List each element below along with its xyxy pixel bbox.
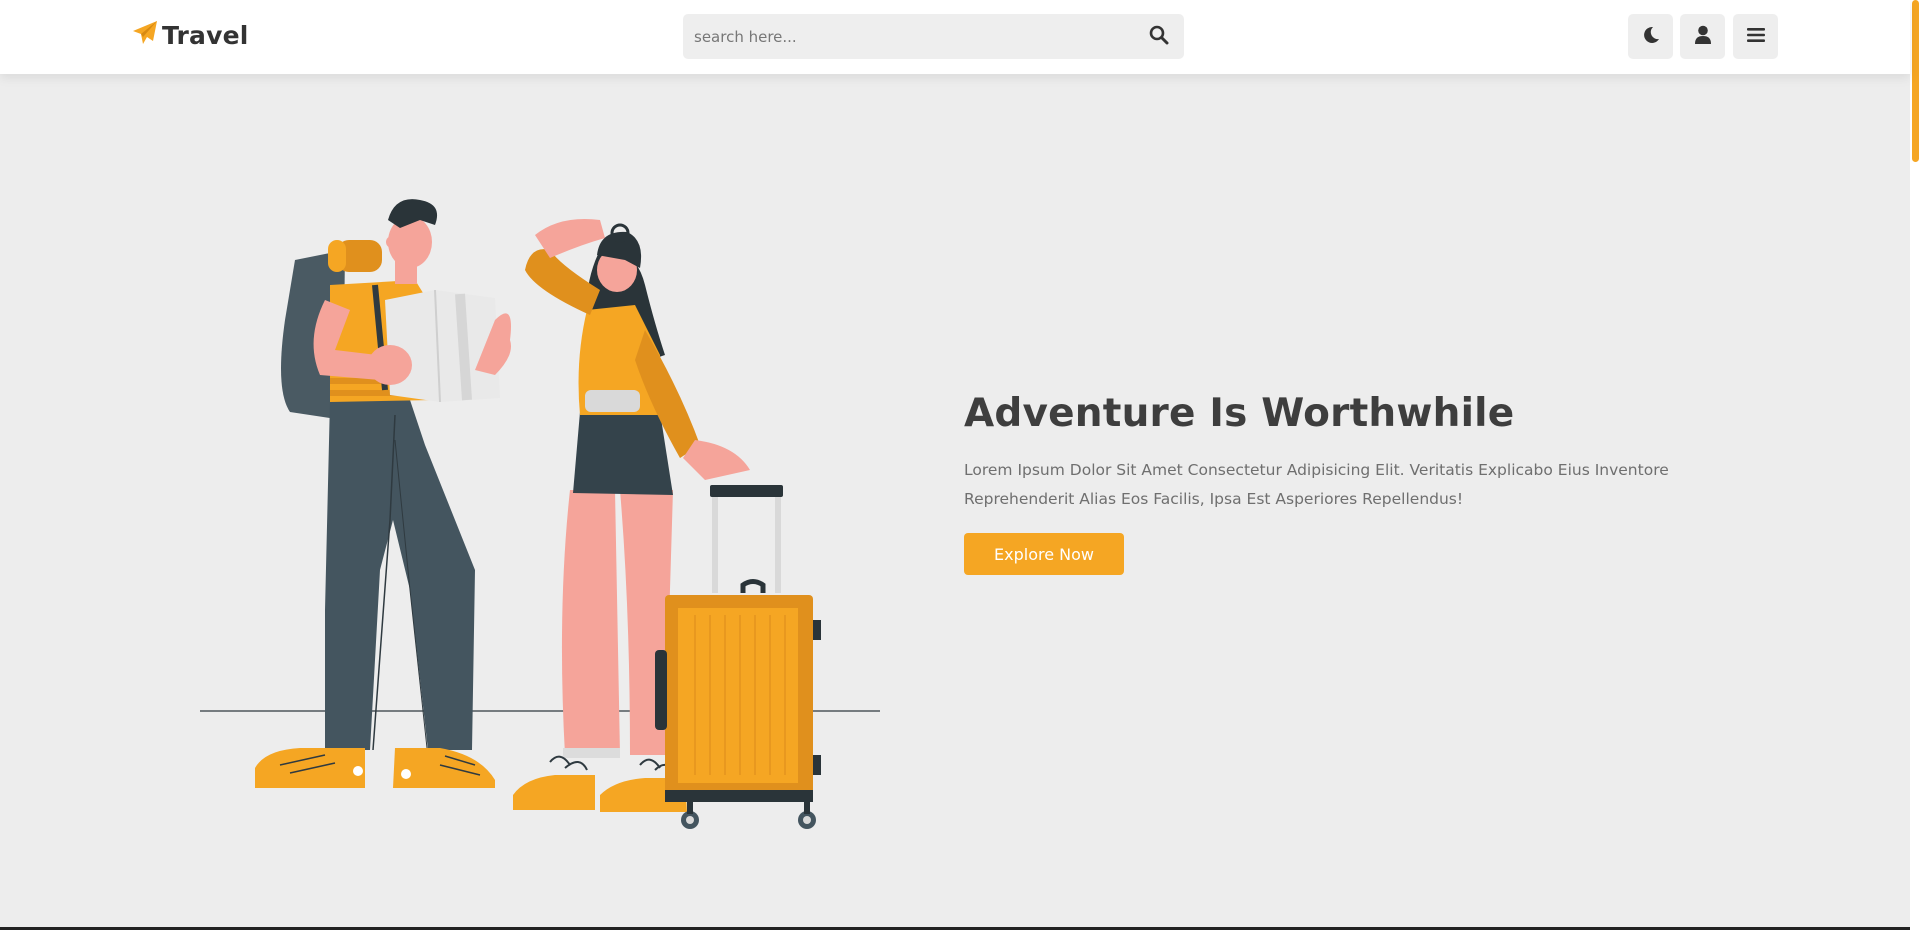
explore-now-button[interactable]: Explore Now (964, 533, 1124, 575)
hero-title: Adventure Is Worthwhile (964, 391, 1515, 436)
travelers-illustration (195, 190, 885, 840)
login-button[interactable] (1680, 14, 1725, 59)
menu-button[interactable] (1733, 14, 1778, 59)
hero-content: Adventure Is Worthwhile Lorem Ipsum Dolo… (964, 388, 1744, 575)
search-button[interactable] (1134, 14, 1184, 59)
search-form (683, 14, 1184, 59)
hero-description: Lorem Ipsum Dolor Sit Amet Consectetur A… (964, 461, 1669, 508)
page: Travel search here... Adventure Is Worth… (0, 0, 1920, 930)
bars-icon (1746, 27, 1765, 47)
theme-toggle-button[interactable] (1628, 14, 1673, 59)
site-header: Travel (0, 0, 1910, 74)
logo-text: Travel (162, 20, 249, 50)
scrollbar-thumb[interactable] (1912, 0, 1919, 162)
user-icon (1694, 25, 1712, 49)
logo[interactable]: Travel (132, 20, 249, 50)
scrollbar[interactable] (1910, 0, 1920, 930)
search-icon (1149, 25, 1169, 49)
search-input[interactable] (683, 14, 1134, 59)
paper-plane-icon (132, 20, 158, 50)
moon-icon (1641, 25, 1661, 49)
